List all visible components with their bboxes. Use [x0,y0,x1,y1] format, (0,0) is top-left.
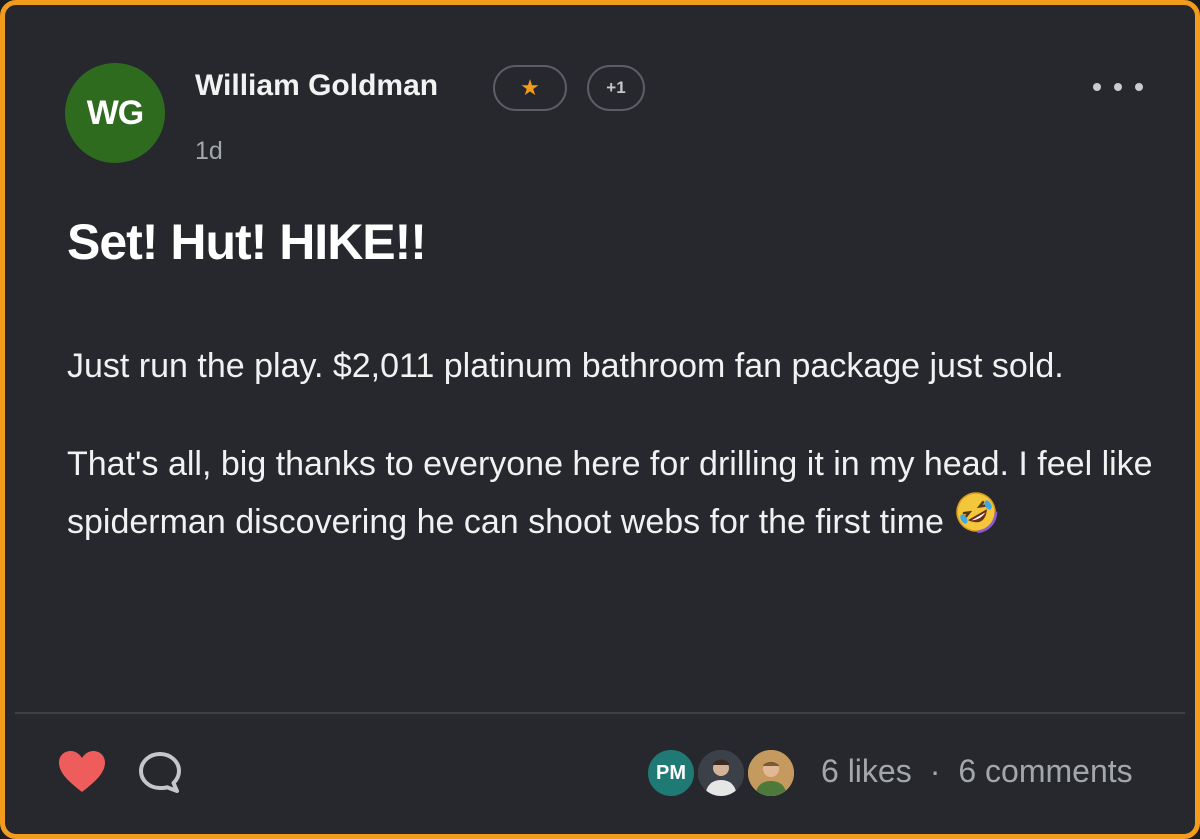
more-dot [1093,83,1101,91]
author-avatar[interactable]: WG [65,63,165,163]
post-body: Just run the play. $2,011 platinum bathr… [67,337,1157,592]
comment-button[interactable] [135,749,185,797]
comments-count[interactable]: 6 comments [958,753,1132,790]
heart-icon [57,751,107,799]
star-badge[interactable]: ★ [493,65,567,111]
post-paragraph-1-text: Just run the play. $2,011 platinum bathr… [67,347,1064,385]
plus-one-badge[interactable]: +1 [587,65,645,111]
liker-initials: PM [656,761,686,784]
post-timestamp: 1d [195,137,223,165]
like-button[interactable] [57,749,107,795]
user-photo-avatar-icon [698,750,744,796]
liker-avatar-3[interactable] [745,747,797,799]
more-dot [1114,83,1122,91]
liker-avatar-2[interactable] [695,747,747,799]
footer-divider [15,712,1185,714]
engagement-stats: 6 likes · 6 comments [821,753,1133,790]
post-title: Set! Hut! HIKE!! [67,214,427,270]
liker-avatar-pm[interactable]: PM [645,747,697,799]
comment-bubble-icon [135,752,185,801]
post-paragraph-2: That's all, big thanks to everyone here … [67,435,1157,552]
author-name[interactable]: William Goldman [195,69,438,103]
stats-separator: · [929,753,941,789]
more-dot [1135,83,1143,91]
star-icon: ★ [520,75,540,100]
more-options-icon[interactable] [1093,67,1143,107]
post-paragraph-1: Just run the play. $2,011 platinum bathr… [67,337,1157,395]
plus-one-label: +1 [606,78,626,97]
likes-count[interactable]: 6 likes [821,753,912,790]
author-initials: WG [86,93,145,132]
rolling-laughing-emoji-icon [954,490,998,552]
post-card: WG William Goldman ★ +1 1d Set! Hut! HIK… [0,0,1200,839]
user-photo-avatar-icon [748,750,794,796]
